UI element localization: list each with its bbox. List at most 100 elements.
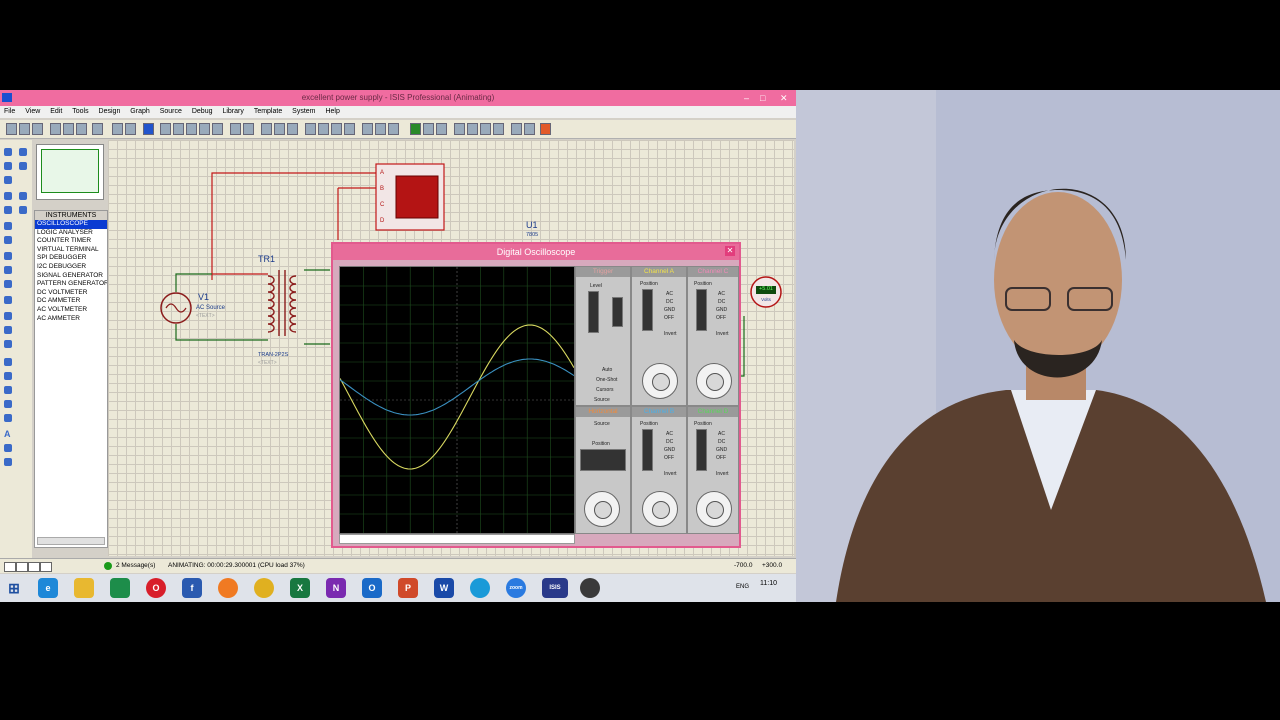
menu-view[interactable]: View bbox=[25, 106, 40, 118]
junction-mode-icon[interactable] bbox=[4, 176, 12, 184]
bus-mode-icon[interactable] bbox=[4, 222, 12, 230]
tape-recorder-icon[interactable] bbox=[4, 296, 12, 304]
channel-c-invert[interactable]: Invert bbox=[716, 331, 729, 337]
symbol-tool-icon[interactable] bbox=[4, 444, 12, 452]
maximize-button[interactable]: □ bbox=[760, 90, 765, 106]
auto-label[interactable]: Auto bbox=[602, 367, 612, 373]
zoom-icon[interactable]: zoom bbox=[506, 578, 526, 598]
menu-design[interactable]: Design bbox=[99, 106, 121, 118]
paste-icon[interactable] bbox=[287, 123, 298, 135]
selection-mode-icon[interactable] bbox=[4, 148, 12, 156]
import-icon[interactable] bbox=[50, 123, 61, 135]
new-sheet-icon[interactable] bbox=[454, 123, 465, 135]
generator-icon[interactable] bbox=[4, 312, 12, 320]
channel-d-invert[interactable]: Invert bbox=[716, 471, 729, 477]
list-item[interactable]: SIGNAL GENERATOR bbox=[35, 272, 107, 281]
channel-c-volts-knob[interactable] bbox=[696, 363, 732, 399]
list-item[interactable]: VIRTUAL TERMINAL bbox=[35, 246, 107, 255]
refresh-icon[interactable] bbox=[112, 123, 123, 135]
outlook-icon[interactable]: O bbox=[362, 578, 382, 598]
zoom-all-icon[interactable] bbox=[199, 123, 210, 135]
edge-new-icon[interactable] bbox=[470, 578, 490, 598]
minimize-button[interactable]: – bbox=[744, 90, 749, 106]
coupling-ac[interactable]: AC bbox=[718, 431, 725, 437]
text-script-icon[interactable] bbox=[4, 206, 12, 214]
stop-button[interactable] bbox=[40, 562, 52, 572]
zoom-child-icon[interactable] bbox=[480, 123, 491, 135]
redo-icon[interactable] bbox=[243, 123, 254, 135]
new-file-icon[interactable] bbox=[6, 123, 17, 135]
oscilloscope-close-button[interactable]: ✕ bbox=[725, 246, 735, 256]
zoom-area-icon[interactable] bbox=[212, 123, 223, 135]
menu-library[interactable]: Library bbox=[222, 106, 243, 118]
block-delete-icon[interactable] bbox=[344, 123, 355, 135]
origin-icon[interactable] bbox=[143, 123, 154, 135]
pan-icon[interactable] bbox=[160, 123, 171, 135]
coupling-gnd[interactable]: GND bbox=[664, 447, 675, 453]
channel-d-position-slider[interactable] bbox=[696, 429, 707, 471]
isis-icon[interactable]: ISIS bbox=[542, 578, 568, 598]
block-move-icon[interactable] bbox=[318, 123, 329, 135]
excel-icon[interactable]: X bbox=[290, 578, 310, 598]
component-mode-icon[interactable] bbox=[4, 162, 12, 170]
list-item[interactable]: AC VOLTMETER bbox=[35, 306, 107, 315]
onenote-icon[interactable]: N bbox=[326, 578, 346, 598]
step-button[interactable] bbox=[16, 562, 28, 572]
coupling-gnd[interactable]: GND bbox=[716, 307, 727, 313]
terminal-mode-icon[interactable] bbox=[4, 252, 12, 260]
rotate-ccw-icon[interactable] bbox=[19, 162, 27, 170]
menu-graph[interactable]: Graph bbox=[130, 106, 149, 118]
graph-mode-icon[interactable] bbox=[4, 280, 12, 288]
coupling-off[interactable]: OFF bbox=[664, 315, 674, 321]
menu-template[interactable]: Template bbox=[254, 106, 282, 118]
coupling-gnd[interactable]: GND bbox=[716, 447, 727, 453]
list-scrollbar[interactable] bbox=[37, 537, 105, 545]
coupling-dc[interactable]: DC bbox=[718, 299, 725, 305]
language-indicator[interactable]: ENG bbox=[736, 584, 749, 590]
save-icon[interactable] bbox=[32, 123, 43, 135]
circle-tool-icon[interactable] bbox=[4, 386, 12, 394]
wire-autoroute-icon[interactable] bbox=[410, 123, 421, 135]
coupling-ac[interactable]: AC bbox=[666, 291, 673, 297]
menu-edit[interactable]: Edit bbox=[50, 106, 62, 118]
zoom-out-icon[interactable] bbox=[186, 123, 197, 135]
coupling-off[interactable]: OFF bbox=[716, 455, 726, 461]
clock[interactable]: 11:10 bbox=[760, 580, 777, 587]
coupling-off[interactable]: OFF bbox=[716, 315, 726, 321]
list-item[interactable]: PATTERN GENERATOR bbox=[35, 280, 107, 289]
mirror-y-icon[interactable] bbox=[19, 206, 27, 214]
scope-scrollbar[interactable] bbox=[339, 534, 575, 544]
coupling-off[interactable]: OFF bbox=[664, 455, 674, 461]
mirror-x-icon[interactable] bbox=[19, 192, 27, 200]
cut-icon[interactable] bbox=[261, 123, 272, 135]
delete-sheet-icon[interactable] bbox=[467, 123, 478, 135]
search-icon[interactable] bbox=[423, 123, 434, 135]
open-file-icon[interactable] bbox=[19, 123, 30, 135]
menu-system[interactable]: System bbox=[292, 106, 315, 118]
property-tool-icon[interactable] bbox=[436, 123, 447, 135]
list-item[interactable]: LOGIC ANALYSER bbox=[35, 229, 107, 238]
edge-icon[interactable]: e bbox=[38, 578, 58, 598]
messages-count[interactable]: 2 Message(s) bbox=[116, 559, 155, 573]
netlist-icon[interactable] bbox=[511, 123, 522, 135]
menu-file[interactable]: File bbox=[4, 106, 15, 118]
menu-source[interactable]: Source bbox=[160, 106, 182, 118]
proteus-icon[interactable] bbox=[580, 578, 600, 598]
facebook-icon[interactable]: f bbox=[182, 578, 202, 598]
file-explorer-icon[interactable] bbox=[74, 578, 94, 598]
channel-a-position-slider[interactable] bbox=[642, 289, 653, 331]
oscilloscope-window[interactable]: Digital Oscilloscope ✕ Trigger Level Aut… bbox=[331, 242, 741, 548]
wire-label-icon[interactable] bbox=[4, 192, 12, 200]
word-icon[interactable]: W bbox=[434, 578, 454, 598]
coupling-ac[interactable]: AC bbox=[718, 291, 725, 297]
list-item[interactable]: SPI DEBUGGER bbox=[35, 254, 107, 263]
opera-icon[interactable]: O bbox=[146, 578, 166, 598]
undo-icon[interactable] bbox=[230, 123, 241, 135]
menu-tools[interactable]: Tools bbox=[72, 106, 88, 118]
close-button[interactable]: ✕ bbox=[780, 90, 788, 106]
copy-icon[interactable] bbox=[274, 123, 285, 135]
firefox-icon[interactable] bbox=[218, 578, 238, 598]
rotate-cw-icon[interactable] bbox=[19, 148, 27, 156]
pin-mode-icon[interactable] bbox=[4, 266, 12, 274]
ares-icon[interactable] bbox=[540, 123, 551, 135]
